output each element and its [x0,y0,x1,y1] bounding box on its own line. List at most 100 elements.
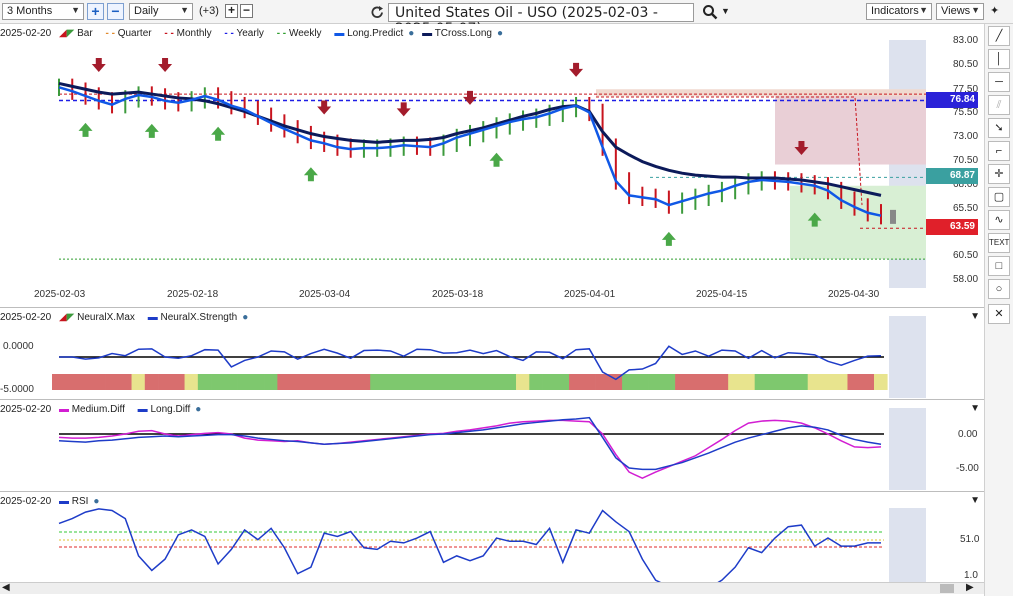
panel-collapse-icon[interactable]: ▼ [970,311,980,322]
neuralx-max-block [741,374,756,390]
fibonacci-icon[interactable]: ⌐ [988,141,1010,161]
neuralx-max-block [794,374,809,390]
neuralx-max-block [224,374,238,390]
neuralx-max-block [105,374,119,390]
search-icon[interactable] [702,4,718,20]
indicators-dropdown[interactable]: Indicators ▼ [866,3,932,20]
zoom-out-button[interactable]: − [107,3,124,20]
chevron-down-icon: ▼ [971,5,980,15]
wave-icon[interactable]: ∿ [988,210,1010,230]
neuralx-panel[interactable]: 2025-02-20 ◢◤ NeuralX.Max ▬ NeuralX.Stre… [0,308,984,400]
neuralx-max-block [383,374,398,390]
remove-button[interactable]: − [240,4,253,18]
refresh-icon[interactable] [370,5,385,20]
symbol-title-input[interactable]: United States Oil - USO (2025-02-03 - 20… [388,3,694,37]
search-options-chevron-icon[interactable]: ▼ [721,6,730,16]
pin-icon[interactable]: ✦ [990,4,999,17]
period-dropdown[interactable]: 3 Months ▼ [2,3,84,20]
price-tick: 73.00 [953,131,979,142]
neuralx-max-block [502,374,517,390]
long-diff-line [58,416,882,471]
neuralx-max-block [688,374,702,390]
price-tick: 80.50 [953,59,979,70]
weekly-price-tag: 68.87 [926,168,978,184]
panel-collapse-icon[interactable]: ▼ [970,495,980,506]
neuralx-max-block [264,374,278,390]
channel-icon[interactable]: ⫽ [988,95,1010,115]
horizontal-line-icon[interactable]: ─ [988,72,1010,92]
neuralx-max-block [303,374,318,390]
scroll-thumb[interactable] [940,584,954,593]
scroll-left-icon[interactable]: ◀ [2,582,10,593]
neuralx-max-block [436,374,451,390]
sell-signal-arrow [158,58,173,73]
neuralx-max-block [874,374,888,390]
neuralx-max-block [714,374,729,390]
neuralx-max-block [555,374,570,390]
callout-icon[interactable]: ▢ [988,187,1010,207]
date-tick: 2025-03-04 [299,289,351,300]
neuralx-max-block [118,374,132,390]
forecast-shade [889,508,926,582]
arrow-marker-icon[interactable]: ➘ [988,118,1010,138]
rsi-panel[interactable]: 2025-02-20 ▬ RSI ● 51.0 1.0 ▼ ◀ ▶ [0,492,984,596]
price-tick: 58.00 [953,274,979,285]
chevron-down-icon: ▼ [71,5,80,15]
neuralx-max-block [820,374,835,390]
price-tick: 70.50 [953,155,979,166]
toolbar: 3 Months ▼ + − Daily ▼ (+3) + − United Sta… [0,0,1013,37]
neuralx-max-block [675,374,689,390]
draw-line-icon[interactable]: ╱ [988,26,1010,46]
neuralx-max-block [476,374,490,390]
price-panel[interactable]: 2025-02-20 ◢◤ Bar - - Quarter - - Monthl… [0,24,984,308]
diff-panel[interactable]: 2025-02-20 ▬ Medium.Diff ▬ Long.Diff ● 0.… [0,400,984,492]
neuralx-max-block [78,374,93,390]
price-tick: 65.50 [953,203,979,214]
neuralx-max-block [211,374,225,390]
zoom-in-button[interactable]: + [87,3,104,20]
neuralx-max-block [807,374,822,390]
neuralx-chart[interactable] [0,308,984,400]
price-chart[interactable] [0,24,984,308]
extra-count: (+3) [199,5,219,17]
last-price-tag: 63.59 [926,219,978,235]
neuralx-max-block [754,374,769,390]
panel-collapse-icon[interactable]: ▼ [970,403,980,414]
neuralx-max-block [834,374,848,390]
price-tick: 83.00 [953,35,979,46]
scroll-right-icon[interactable]: ▶ [966,582,974,593]
neuralx-max-block [370,374,384,390]
rectangle-icon[interactable]: □ [988,256,1010,276]
text-tool-icon[interactable]: TEXT [988,233,1010,253]
neuralx-max-block [65,374,79,390]
neuralx-max-block [356,374,371,390]
vertical-line-icon[interactable]: │ [988,49,1010,69]
neuralx-max-block [449,374,464,390]
diff-chart[interactable] [0,400,984,492]
forecast-shade [889,316,926,398]
views-dropdown[interactable]: Views ▼ [936,3,984,20]
views-label: Views [941,5,971,17]
date-tick: 2025-04-01 [564,289,616,300]
circle-icon[interactable]: ○ [988,279,1010,299]
neuralx-max-block [847,374,862,390]
neuralx-max-block [277,374,291,390]
neuralx-max-block [635,374,649,390]
interval-dropdown[interactable]: Daily ▼ [129,3,193,20]
neuralx-max-block [91,374,106,390]
buy-signal-arrow [303,167,318,182]
yearly-price-tag: 76.84 [926,92,978,108]
crosshair-icon[interactable]: ✛ [988,164,1010,184]
quarter-zone [596,89,926,97]
neuralx-max-block [463,374,477,390]
neuralx-max-block [595,374,610,390]
add-button[interactable]: + [225,4,238,18]
buy-signal-arrow [211,126,226,141]
close-icon[interactable]: ✕ [988,304,1010,324]
neuralx-max-block [622,374,636,390]
forecast-bar [890,209,896,224]
neuralx-max-block [582,374,596,390]
rsi-chart[interactable] [0,492,984,596]
horizontal-scrollbar[interactable]: ◀ ▶ [0,582,984,594]
neuralx-max-block [860,374,875,390]
